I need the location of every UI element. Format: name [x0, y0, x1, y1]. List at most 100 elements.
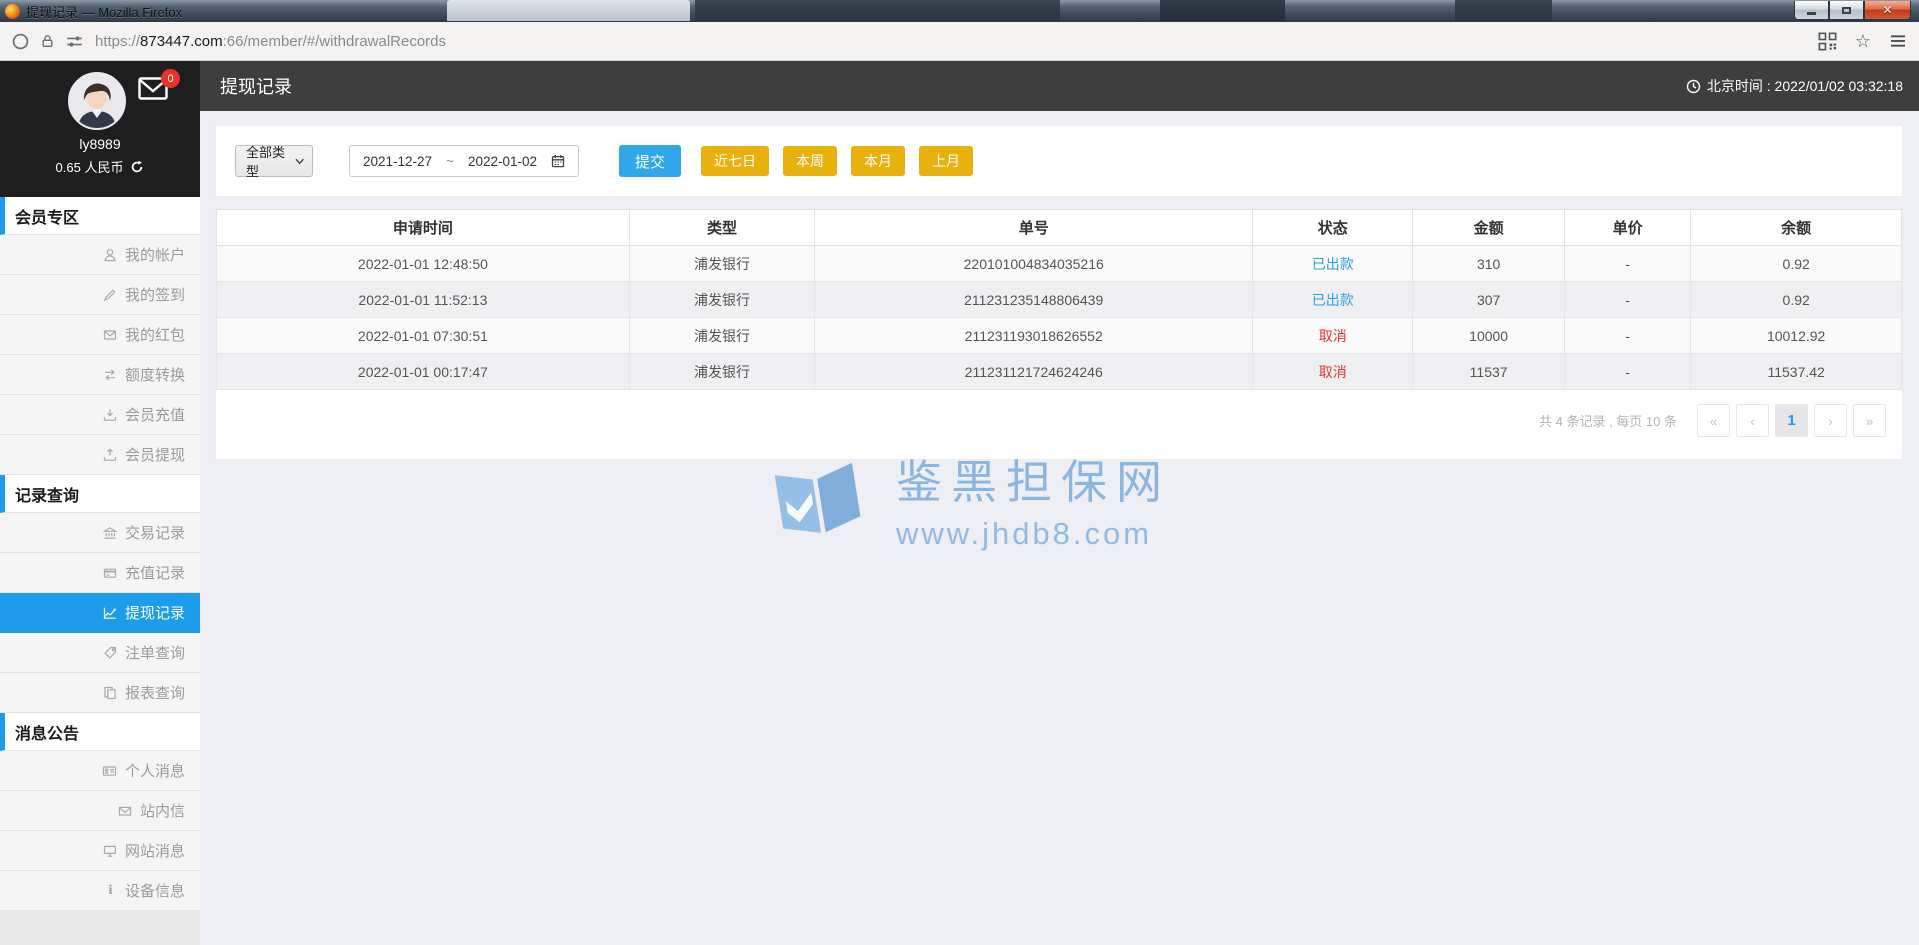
- sidebar-item-site-mail[interactable]: 站内信: [0, 791, 200, 831]
- table-header-row: 申请时间 类型 单号 状态 金额 单价 余额: [216, 209, 1902, 246]
- status-badge: 取消: [1252, 317, 1414, 354]
- sidebar-item-member-deposit[interactable]: 会员充值: [0, 395, 200, 435]
- credit-card-icon: [103, 568, 117, 578]
- beijing-time: 北京时间 : 2022/01/02 03:32:18: [1686, 76, 1903, 96]
- submit-button[interactable]: 提交: [619, 145, 682, 177]
- app-header: 提现记录 北京时间 : 2022/01/02 03:32:18: [200, 61, 1919, 111]
- sidebar-item-my-redpacket[interactable]: 我的红包: [0, 315, 200, 355]
- date-to: 2022-01-02: [467, 153, 537, 169]
- url-bar[interactable]: https://873447.com:66/member/#/withdrawa…: [0, 22, 1919, 61]
- maximize-button[interactable]: [1829, 1, 1864, 20]
- download-tray-icon: [103, 408, 117, 421]
- table-row: 2022-01-01 07:30:51 浦发银行 211231193018626…: [216, 317, 1902, 354]
- balance: 0.65 人民币: [55, 160, 124, 175]
- url-text[interactable]: https://873447.com:66/member/#/withdrawa…: [95, 33, 1806, 50]
- menu-hamburger-icon[interactable]: [1889, 34, 1907, 48]
- permissions-icon[interactable]: [66, 34, 83, 49]
- id-card-icon: [102, 765, 117, 776]
- prev-page-button[interactable]: ‹: [1736, 404, 1769, 437]
- close-button[interactable]: ✕: [1864, 1, 1911, 20]
- withdrawal-records-table: 申请时间 类型 单号 状态 金额 单价 余额 2022-01-01 12:48:…: [216, 209, 1902, 390]
- firefox-icon: [5, 3, 20, 19]
- line-chart-icon: [103, 607, 116, 619]
- quick-this-month-button[interactable]: 本月: [851, 146, 906, 176]
- lock-icon[interactable]: [40, 33, 55, 49]
- refresh-icon[interactable]: [130, 160, 144, 174]
- window-titlebar: 提现记录 — Mozilla Firefox ✕: [0, 0, 1919, 22]
- col-unit-price: 单价: [1563, 209, 1692, 246]
- last-page-button[interactable]: »: [1853, 404, 1886, 437]
- pagination: 共 4 条记录 , 每页 10 条 « ‹ 1 › »: [216, 390, 1902, 459]
- browser-tab[interactable]: [447, 0, 690, 21]
- table-row: 2022-01-01 00:17:47 浦发银行 211231121724624…: [216, 353, 1902, 390]
- sidebar-item-device-info[interactable]: i 设备信息: [0, 871, 200, 911]
- date-from: 2021-12-27: [362, 153, 433, 169]
- col-apply-time: 申请时间: [216, 209, 630, 246]
- username: ly8989: [79, 136, 121, 152]
- user-panel: 0 ly8989 0.65 人民币: [0, 61, 200, 197]
- avatar: [68, 72, 126, 130]
- pagination-summary: 共 4 条记录 , 每页 10 条: [1539, 414, 1677, 429]
- user-icon: [104, 248, 116, 261]
- sidebar-item-transaction-records[interactable]: 交易记录: [0, 513, 200, 553]
- tracking-protection-icon[interactable]: [12, 33, 29, 50]
- messages-envelope-icon[interactable]: 0: [138, 69, 180, 105]
- col-balance: 余额: [1690, 209, 1902, 246]
- clock-icon: [1686, 79, 1701, 93]
- sidebar-item-withdrawal-records[interactable]: 提现记录: [0, 593, 200, 633]
- bookmark-star-icon[interactable]: ☆: [1855, 32, 1871, 50]
- sidebar-item-quota-transfer[interactable]: 额度转换: [0, 355, 200, 395]
- sidebar-menu: 会员专区 我的帐户 我的签到 我的红包 额度转换 会员充值 会员提现 记录查询 …: [0, 197, 200, 911]
- page-title: 提现记录: [220, 77, 292, 97]
- status-badge: 已出款: [1252, 245, 1414, 282]
- current-page-button[interactable]: 1: [1775, 404, 1808, 437]
- sidebar-item-my-signin[interactable]: 我的签到: [0, 275, 200, 315]
- window-title: 提现记录 — Mozilla Firefox: [26, 4, 183, 20]
- unread-count-badge: 0: [161, 69, 180, 88]
- col-order-no: 单号: [814, 209, 1254, 246]
- sidebar-item-site-messages[interactable]: 网站消息: [0, 831, 200, 871]
- status-badge: 取消: [1252, 353, 1414, 390]
- records-panel: 申请时间 类型 单号 状态 金额 单价 余额 2022-01-01 12:48:…: [215, 208, 1903, 460]
- background-window-fragment: [695, 0, 1060, 21]
- next-page-button[interactable]: ›: [1814, 404, 1847, 437]
- background-window-fragment: [1455, 0, 1552, 21]
- type-select[interactable]: 全部类型: [235, 145, 313, 179]
- info-icon: i: [108, 882, 113, 898]
- watermark-site: www.jhdb8.com: [896, 515, 1153, 551]
- transfer-arrows-icon: [104, 369, 115, 380]
- sidebar-item-report-query[interactable]: 报表查询: [0, 673, 200, 713]
- qr-code-icon[interactable]: [1818, 32, 1837, 51]
- bank-icon: [102, 526, 117, 539]
- date-range-input[interactable]: 2021-12-27 ~ 2022-01-02: [349, 145, 579, 177]
- open-envelope-icon: [118, 806, 132, 816]
- monitor-icon: [103, 845, 117, 857]
- sidebar-item-personal-messages[interactable]: 个人消息: [0, 751, 200, 791]
- quick-last7-button[interactable]: 近七日: [701, 146, 770, 176]
- quick-this-week-button[interactable]: 本周: [783, 146, 838, 176]
- chevron-down-icon: [295, 158, 304, 164]
- sidebar-item-bet-query[interactable]: 注单查询: [0, 633, 200, 673]
- col-type: 类型: [628, 209, 816, 246]
- section-member-zone: 会员专区: [0, 197, 200, 235]
- pencil-icon: [103, 288, 116, 301]
- sidebar-item-member-withdraw[interactable]: 会员提现: [0, 435, 200, 475]
- sidebar-item-deposit-records[interactable]: 充值记录: [0, 553, 200, 593]
- content-area: 全部类型 2021-12-27 ~ 2022-01-02 提交 近七日 本周 本…: [200, 111, 1919, 945]
- col-amount: 金额: [1412, 209, 1565, 246]
- filter-panel: 全部类型 2021-12-27 ~ 2022-01-02 提交 近七日 本周 本…: [215, 125, 1903, 197]
- minimize-button[interactable]: [1794, 1, 1829, 20]
- section-records-query: 记录查询: [0, 475, 200, 513]
- sidebar-item-my-account[interactable]: 我的帐户: [0, 235, 200, 275]
- first-page-button[interactable]: «: [1697, 404, 1730, 437]
- upload-tray-icon: [103, 447, 117, 461]
- envelope-icon: [103, 329, 117, 340]
- report-pages-icon: [104, 686, 116, 699]
- background-window-fragment: [1160, 0, 1285, 21]
- status-badge: 已出款: [1252, 281, 1414, 318]
- quick-last-month-button[interactable]: 上月: [919, 146, 974, 176]
- table-row: 2022-01-01 12:48:50 浦发银行 220101004834035…: [216, 245, 1902, 282]
- sidebar: 0 ly8989 0.65 人民币 会员专区 我的帐户 我的签到 我的红包 额度…: [0, 61, 200, 945]
- col-status: 状态: [1252, 209, 1414, 246]
- table-row: 2022-01-01 11:52:13 浦发银行 211231235148806…: [216, 281, 1902, 318]
